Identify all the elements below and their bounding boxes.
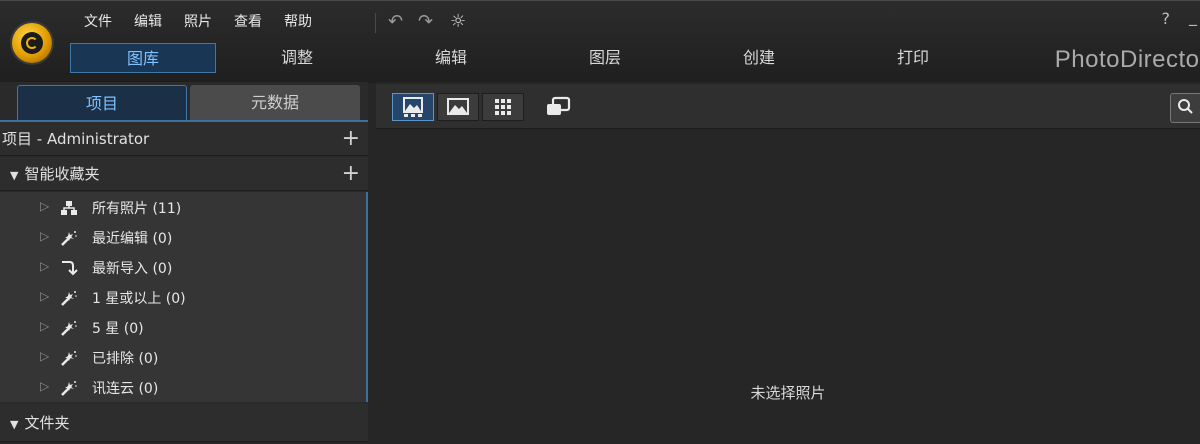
menu-file[interactable]: 文件 — [84, 11, 112, 31]
list-item[interactable]: ▷ 讯连云 (0) — [0, 373, 366, 403]
magic-wand-icon — [61, 381, 77, 396]
mode-tab-layers[interactable]: 图层 — [532, 43, 678, 73]
photo-filmstrip-icon — [403, 97, 423, 117]
magic-wand-icon — [61, 231, 77, 246]
view-thumbnail-grid-button[interactable] — [482, 93, 524, 121]
view-toolbar — [376, 84, 1200, 129]
app-logo-icon[interactable] — [12, 23, 52, 63]
list-item[interactable]: ▷ 5 星 (0) — [0, 313, 366, 343]
main-area: 未选择照片 — [376, 82, 1200, 442]
smart-collections-text: 智能收藏夹 — [24, 165, 100, 183]
expand-triangle-icon[interactable]: ▷ — [40, 199, 49, 213]
mode-tab-print[interactable]: 打印 — [840, 43, 986, 73]
list-item[interactable]: ▷ 最新导入 (0) — [0, 253, 366, 283]
hierarchy-icon — [61, 201, 77, 215]
smart-collection-list: ▷ 所有照片 (11) ▷ 最近编辑 (0) ▷ 最新导入 (0) ▷ 1 星或… — [0, 192, 368, 402]
magic-wand-icon — [61, 321, 77, 336]
left-panel: 项目 元数据 项目 - Administrator + ▼ 智能收藏夹 + ▷ 所… — [0, 82, 368, 442]
project-header-label: 项目 - Administrator — [2, 130, 150, 148]
menu-view[interactable]: 查看 — [234, 11, 262, 31]
list-item-label: 讯连云 (0) — [92, 381, 159, 397]
tab-metadata[interactable]: 元数据 — [190, 85, 360, 121]
photo-icon — [447, 98, 469, 115]
mode-tab-adjust[interactable]: 调整 — [224, 43, 370, 73]
menu-bar: 文件 编辑 照片 查看 帮助 — [84, 11, 312, 31]
empty-selection-message: 未选择照片 — [750, 384, 826, 402]
view-single-photo-button[interactable] — [437, 93, 479, 121]
minimize-button[interactable]: _ — [1189, 7, 1197, 26]
undo-icon[interactable]: ↶ — [388, 11, 403, 32]
collapse-triangle-icon: ▼ — [10, 169, 19, 182]
expand-triangle-icon[interactable]: ▷ — [40, 289, 49, 303]
folders-text: 文件夹 — [24, 414, 70, 432]
search-button[interactable] — [1170, 93, 1200, 123]
expand-triangle-icon[interactable]: ▷ — [40, 319, 49, 333]
menu-help[interactable]: 帮助 — [284, 11, 312, 31]
project-header: 项目 - Administrator + — [0, 122, 368, 156]
list-item-label: 1 星或以上 (0) — [92, 291, 186, 307]
mode-tab-create[interactable]: 创建 — [686, 43, 832, 73]
help-button[interactable]: ? — [1162, 9, 1171, 28]
folders-header[interactable]: ▼ 文件夹 — [0, 404, 368, 442]
list-item-label: 已排除 (0) — [92, 351, 159, 367]
grid-icon — [495, 99, 511, 115]
view-photo-grid-button[interactable] — [392, 93, 434, 121]
list-item[interactable]: ▷ 所有照片 (11) — [0, 193, 366, 223]
list-item-label: 最近编辑 (0) — [92, 231, 173, 247]
add-smart-collection-icon[interactable]: + — [342, 157, 360, 191]
expand-triangle-icon[interactable]: ▷ — [40, 379, 49, 393]
search-icon — [1178, 99, 1193, 114]
folders-label: ▼ 文件夹 — [10, 404, 69, 444]
mode-tabs: 图库 调整 编辑 图层 创建 打印 — [70, 43, 1070, 75]
list-item-label: 5 星 (0) — [92, 321, 144, 337]
list-item[interactable]: ▷ 1 星或以上 (0) — [0, 283, 366, 313]
redo-icon[interactable]: ↷ — [418, 11, 433, 32]
toolbar-divider — [375, 13, 376, 33]
import-arrow-icon — [62, 261, 78, 276]
mode-tab-library[interactable]: 图库 — [70, 43, 216, 73]
menu-edit[interactable]: 编辑 — [134, 11, 162, 31]
expand-triangle-icon[interactable]: ▷ — [40, 229, 49, 243]
expand-triangle-icon[interactable]: ▷ — [40, 349, 49, 363]
smart-collections-header[interactable]: ▼ 智能收藏夹 + — [0, 157, 368, 191]
title-bar: 文件 编辑 照片 查看 帮助 ↶ ↷ ☼ ? _ 图库 调整 编辑 图层 创建 … — [0, 0, 1200, 83]
mode-tab-edit[interactable]: 编辑 — [378, 43, 524, 73]
settings-gear-icon[interactable]: ☼ — [450, 11, 466, 32]
compare-view-icon[interactable] — [544, 96, 574, 118]
expand-triangle-icon[interactable]: ▷ — [40, 259, 49, 273]
tab-project[interactable]: 项目 — [17, 85, 187, 121]
brand-name: PhotoDirector — [1054, 46, 1200, 73]
magic-wand-icon — [61, 291, 77, 306]
add-project-icon[interactable]: + — [342, 122, 360, 156]
list-item-label: 最新导入 (0) — [92, 261, 173, 277]
menu-photo[interactable]: 照片 — [184, 11, 212, 31]
list-item[interactable]: ▷ 已排除 (0) — [0, 343, 366, 373]
list-item[interactable]: ▷ 最近编辑 (0) — [0, 223, 366, 253]
smart-collections-label: ▼ 智能收藏夹 — [10, 157, 99, 193]
magic-wand-icon — [61, 351, 77, 366]
list-item-label: 所有照片 (11) — [92, 201, 182, 217]
collapse-triangle-icon: ▼ — [10, 418, 19, 431]
